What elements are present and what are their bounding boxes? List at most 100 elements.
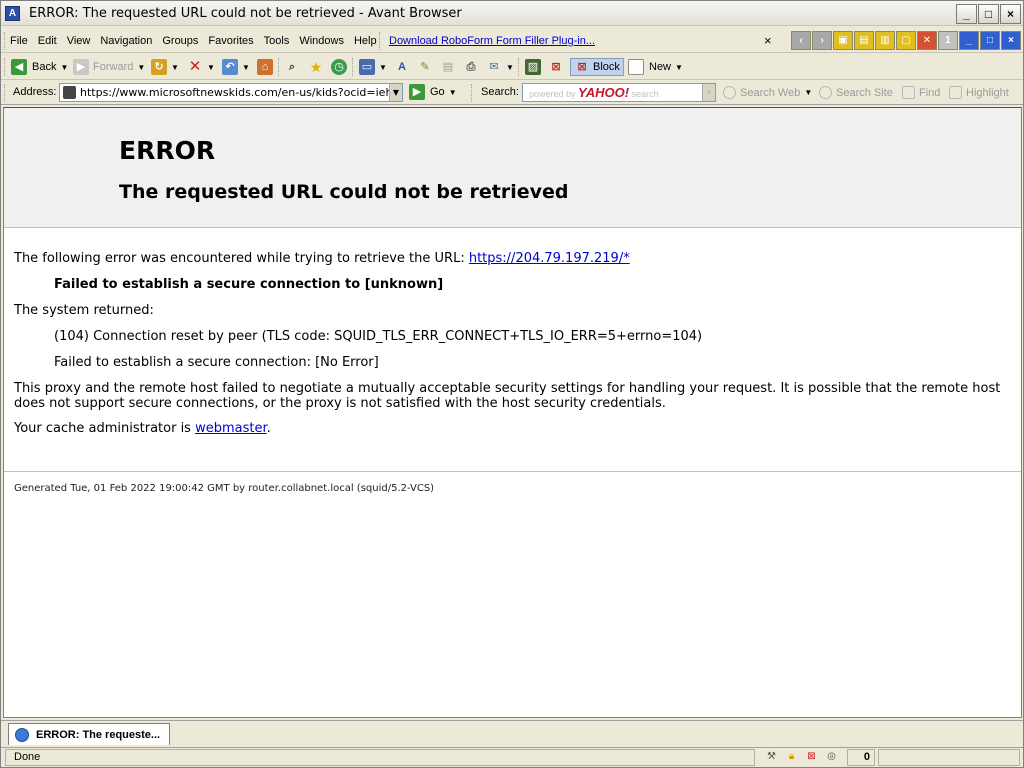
mail-button[interactable]: ✉ ▼: [486, 58, 514, 76]
undo-close-button[interactable]: ↶ ▼: [222, 58, 250, 76]
address-url[interactable]: https://www.microsoftnewskids.com/en-us/…: [80, 86, 399, 99]
search-button[interactable]: ⌕: [284, 58, 300, 76]
yahoo-logo: YAHOO!: [578, 85, 630, 100]
refresh-icon: ↻: [151, 59, 167, 75]
error-code-text: (104) Connection reset by peer (TLS code…: [54, 329, 703, 344]
edit-button[interactable]: ✎: [417, 58, 433, 76]
status-sound-icon[interactable]: ◎: [823, 749, 840, 765]
avant-browser-icon[interactable]: A: [5, 6, 20, 21]
image-toggle-button[interactable]: ▨: [525, 58, 541, 76]
window-button[interactable]: ▭ ▼: [359, 58, 387, 76]
tile-vertical-icon[interactable]: ▥: [875, 31, 895, 50]
error-intro: The following error was encountered whil…: [14, 251, 630, 266]
flash-block-button[interactable]: ⊠: [548, 58, 564, 76]
failed-connection-text: Failed to establish a secure connection …: [54, 277, 444, 292]
search-site-icon: [819, 86, 832, 99]
search-site-button[interactable]: Search Site: [819, 86, 893, 99]
restore-all-icon[interactable]: ▢: [896, 31, 916, 50]
refresh-button[interactable]: ↻ ▼: [151, 58, 179, 76]
error-detail-text: Failed to establish a secure connection:…: [54, 355, 379, 370]
undo-dropdown-icon[interactable]: ▼: [242, 63, 250, 72]
tile-horizontal-icon[interactable]: ▤: [854, 31, 874, 50]
maximize-button[interactable]: □: [978, 4, 999, 24]
favorites-button[interactable]: ★: [308, 58, 324, 76]
roboform-download-link[interactable]: Download RoboForm Form Filler Plug-in...: [389, 35, 595, 47]
search-web-button[interactable]: Search Web ▼: [723, 86, 812, 99]
close-button[interactable]: ×: [1000, 4, 1021, 24]
menu-favorites[interactable]: Favorites: [203, 35, 258, 47]
search-web-dropdown-icon[interactable]: ▼: [804, 88, 812, 97]
home-button[interactable]: ⌂: [257, 58, 273, 76]
stop-button[interactable]: ✕ ▼: [187, 58, 215, 76]
edit-icon: ✎: [420, 61, 430, 73]
back-dropdown-icon[interactable]: ▼: [60, 63, 68, 72]
tab-error-page[interactable]: ERROR: The requeste...: [8, 723, 170, 745]
tab-restore-icon[interactable]: □: [980, 31, 1000, 50]
error-intro-text: The following error was encountered whil…: [14, 251, 469, 266]
forward-dropdown-icon[interactable]: ▼: [137, 63, 145, 72]
tab-prev-icon[interactable]: ‹: [791, 31, 811, 50]
image-icon: ▨: [525, 59, 541, 75]
close-all-icon[interactable]: ✕: [917, 31, 937, 50]
search-web-label: Search Web: [740, 86, 801, 99]
history-button[interactable]: ◷: [331, 58, 347, 76]
toolbar-separator: [623, 58, 626, 76]
tab-next-icon[interactable]: ›: [812, 31, 832, 50]
menu-file[interactable]: File: [5, 35, 33, 47]
refresh-dropdown-icon[interactable]: ▼: [171, 63, 179, 72]
tab-close-icon[interactable]: ×: [1001, 31, 1021, 50]
flash-block-icon: ⊠: [551, 61, 561, 73]
site-favicon-icon: [63, 86, 76, 99]
error-heading: ERROR: [119, 136, 216, 165]
one-window-icon[interactable]: 1: [938, 31, 958, 50]
address-dropdown-icon[interactable]: ▼: [389, 84, 402, 101]
requested-url-link[interactable]: https://204.79.197.219/*: [469, 251, 630, 266]
highlight-button[interactable]: Highlight: [949, 86, 1009, 99]
tab-minimize-icon[interactable]: _: [959, 31, 979, 50]
menu-view[interactable]: View: [62, 35, 96, 47]
forward-label: Forward: [93, 61, 134, 73]
roboform-close-icon[interactable]: ×: [764, 33, 772, 48]
stop-dropdown-icon[interactable]: ▼: [207, 63, 215, 72]
toolbar-grip[interactable]: [379, 32, 382, 50]
toolbar-grip[interactable]: [471, 84, 474, 102]
search-dropdown-icon[interactable]: ▼: [702, 84, 715, 101]
status-bar: Done ⚒ 🔒︎ ⊠ ◎ 0: [1, 747, 1023, 767]
menu-edit[interactable]: Edit: [33, 35, 62, 47]
address-field[interactable]: https://www.microsoftnewskids.com/en-us/…: [59, 83, 403, 102]
menu-help[interactable]: Help: [349, 35, 382, 47]
font-size-button[interactable]: A: [394, 58, 410, 76]
toolbar-grip[interactable]: [4, 58, 7, 76]
status-lock-icon[interactable]: 🔒︎: [783, 749, 800, 765]
webmaster-link[interactable]: webmaster: [195, 421, 267, 436]
menu-navigation[interactable]: Navigation: [95, 35, 157, 47]
toolbar-grip[interactable]: [4, 84, 7, 102]
window-dropdown-icon[interactable]: ▼: [379, 63, 387, 72]
new-label: New: [649, 61, 672, 73]
mail-dropdown-icon[interactable]: ▼: [506, 63, 514, 72]
forward-button[interactable]: ▶ Forward ▼: [73, 58, 145, 76]
search-input[interactable]: powered by YAHOO! search ▼: [522, 83, 716, 102]
minimize-button[interactable]: _: [956, 4, 977, 24]
forward-arrow-icon: ▶: [73, 59, 89, 75]
menu-tools[interactable]: Tools: [259, 35, 295, 47]
block-icon: ⊠: [577, 61, 587, 73]
new-window-button[interactable]: New ▼: [628, 58, 683, 76]
browser-window: A ERROR: The requested URL could not be …: [0, 0, 1024, 768]
go-dropdown-icon[interactable]: ▼: [449, 88, 457, 97]
cascade-icon[interactable]: ▣: [833, 31, 853, 50]
page-button[interactable]: ▤: [440, 58, 456, 76]
star-icon: ★: [309, 59, 323, 75]
status-tools-icon[interactable]: ⚒: [763, 749, 780, 765]
status-popup-block-icon[interactable]: ⊠: [803, 749, 820, 765]
menu-groups[interactable]: Groups: [157, 35, 203, 47]
mail-icon: ✉: [489, 61, 499, 73]
go-button[interactable]: ▶ Go ▼: [409, 84, 457, 100]
find-button[interactable]: Find: [902, 86, 940, 99]
print-button[interactable]: ⎙: [463, 58, 479, 76]
back-button[interactable]: ◀ Back ▼: [11, 58, 68, 76]
menu-windows[interactable]: Windows: [294, 35, 349, 47]
new-dropdown-icon[interactable]: ▼: [675, 63, 683, 72]
popup-block-button[interactable]: ⊠ Block: [570, 58, 624, 76]
search-powered-by: powered by: [529, 89, 576, 99]
